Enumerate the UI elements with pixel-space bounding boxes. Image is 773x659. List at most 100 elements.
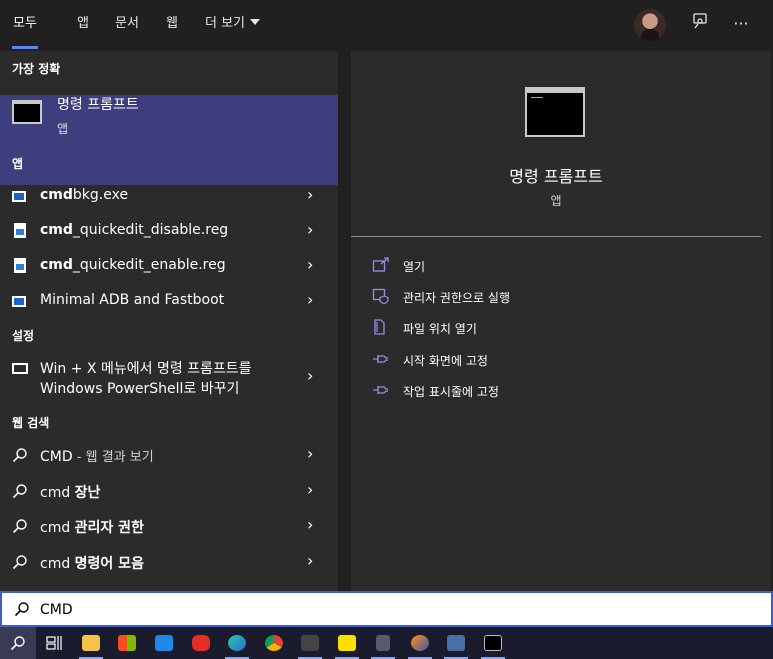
pin-icon [373,355,388,363]
web-search-header: 웹 검색 [12,416,50,430]
list-item[interactable]: cmd_quickedit_disable.reg › [0,214,338,248]
game-icon [301,635,319,651]
paint-icon [411,635,429,651]
chevron-right-icon[interactable]: › [307,480,313,499]
item-label: CMD [40,449,73,465]
settings-item[interactable]: Win + X 메뉴에서 명령 프롬프트를 Windows PowerShell… [0,351,338,401]
file-location-icon [374,319,385,335]
youtube-icon [192,635,210,651]
task-view-button[interactable] [36,627,72,659]
item-label: Minimal ADB and Fastboot [40,292,225,308]
taskbar-edge[interactable] [219,627,255,659]
chevron-right-icon[interactable]: › [307,185,313,204]
list-item[interactable]: Minimal ADB and Fastboot › [0,284,338,318]
chrome-icon [265,635,283,651]
settings-header: 설정 [12,329,35,343]
web-item[interactable]: cmd 명령어 모음 › [0,545,338,579]
taskbar-paint[interactable] [402,627,438,659]
settings-line-1: Win + X 메뉴에서 명령 프롬프트를 [40,361,252,377]
search-box[interactable] [0,591,773,627]
match-text: cmd [40,257,73,273]
tab-more[interactable]: 더 보기 [205,0,261,51]
search-icon [14,602,29,617]
results-pane: 가장 정확 명령 프롬프트 앱 앱 cmdbkg.exe › cmd_quick… [0,51,338,591]
taskbar-network[interactable] [438,627,474,659]
mail-icon [155,635,173,651]
match-text: 명령어 모음 [74,556,144,572]
taskbar-calculator[interactable] [365,627,401,659]
taskbar-kakaotalk[interactable] [329,627,365,659]
tab-web[interactable]: 웹 [166,0,178,51]
divider [351,236,761,237]
network-icon [447,635,465,651]
taskbar-file-explorer[interactable] [73,627,109,659]
taskbar-chrome[interactable] [256,627,292,659]
web-item[interactable]: cmd 장난 › [0,474,338,508]
taskbar-search-button[interactable] [0,627,36,659]
open-icon [372,257,389,272]
chevron-right-icon[interactable]: › [307,444,313,463]
best-match-item[interactable] [0,95,338,185]
best-match-title: 명령 프롬프트 [57,97,139,113]
tab-apps[interactable]: 앱 [77,0,89,51]
action-label: 열기 [403,260,426,274]
match-text: 장난 [74,485,101,501]
app-icon [12,191,26,202]
reg-file-icon [14,258,26,273]
taskbar-mail[interactable] [146,627,182,659]
detail-subtitle: 앱 [550,194,562,208]
tab-label: 더 보기 [205,16,246,31]
taskbar-terminal[interactable] [475,627,511,659]
web-item[interactable]: cmd 관리자 권한 › [0,509,338,543]
avatar[interactable] [634,9,666,41]
kakaotalk-icon [338,635,356,651]
file-explorer-icon [82,635,100,651]
item-label: cmd [40,520,75,536]
taskbar-youtube[interactable] [183,627,219,659]
scrollbar[interactable] [339,51,349,591]
taskbar-store[interactable] [109,627,145,659]
chevron-right-icon[interactable]: › [307,551,313,570]
item-label: cmd [40,485,75,501]
tab-label: 앱 [77,16,89,31]
chevron-right-icon[interactable]: › [307,290,313,309]
tab-documents[interactable]: 문서 [115,0,139,51]
chevron-right-icon[interactable]: › [307,515,313,534]
display-icon [12,363,28,374]
list-item[interactable]: cmd_quickedit_enable.reg › [0,249,338,283]
list-item[interactable]: cmdbkg.exe › [0,179,338,213]
item-label: _quickedit_enable.reg [72,257,226,273]
tab-all[interactable]: 모두 [12,0,38,51]
item-label: cmd [40,556,75,572]
match-text: cmd [40,222,73,238]
action-label: 관리자 권한으로 실행 [403,291,510,305]
web-item[interactable]: CMD - 웹 결과 보기 › [0,438,338,472]
chevron-right-icon[interactable]: › [307,366,313,385]
terminal-icon [484,635,502,651]
task-view-icon [46,636,62,650]
action-label: 작업 표시줄에 고정 [403,385,499,399]
best-match-subtitle: 앱 [57,122,69,136]
command-prompt-icon [12,100,42,124]
feedback-icon[interactable] [688,12,712,36]
search-icon [10,636,25,651]
more-options-icon[interactable]: ··· [729,12,753,36]
detail-title: 명령 프롬프트 [509,167,603,186]
taskbar-game[interactable] [292,627,328,659]
detail-pane: 명령 프롬프트 앱 열기 관리자 권한으로 실행 파일 위치 열기 시작 화면에… [351,51,771,591]
tab-label: 문서 [115,16,139,31]
action-label: 시작 화면에 고정 [403,354,488,368]
edge-icon [228,635,246,651]
chevron-right-icon[interactable]: › [307,220,313,239]
apps-header: 앱 [12,157,24,171]
search-input[interactable] [40,600,740,620]
best-match-header: 가장 정확 [12,62,61,76]
match-text: cmd [40,187,73,203]
match-text: 관리자 권한 [74,520,144,536]
app-icon [12,296,26,307]
store-icon [118,635,136,651]
chevron-right-icon[interactable]: › [307,255,313,274]
item-hint: - 웹 결과 보기 [72,450,154,465]
pin-icon [373,386,388,394]
reg-file-icon [14,223,26,238]
